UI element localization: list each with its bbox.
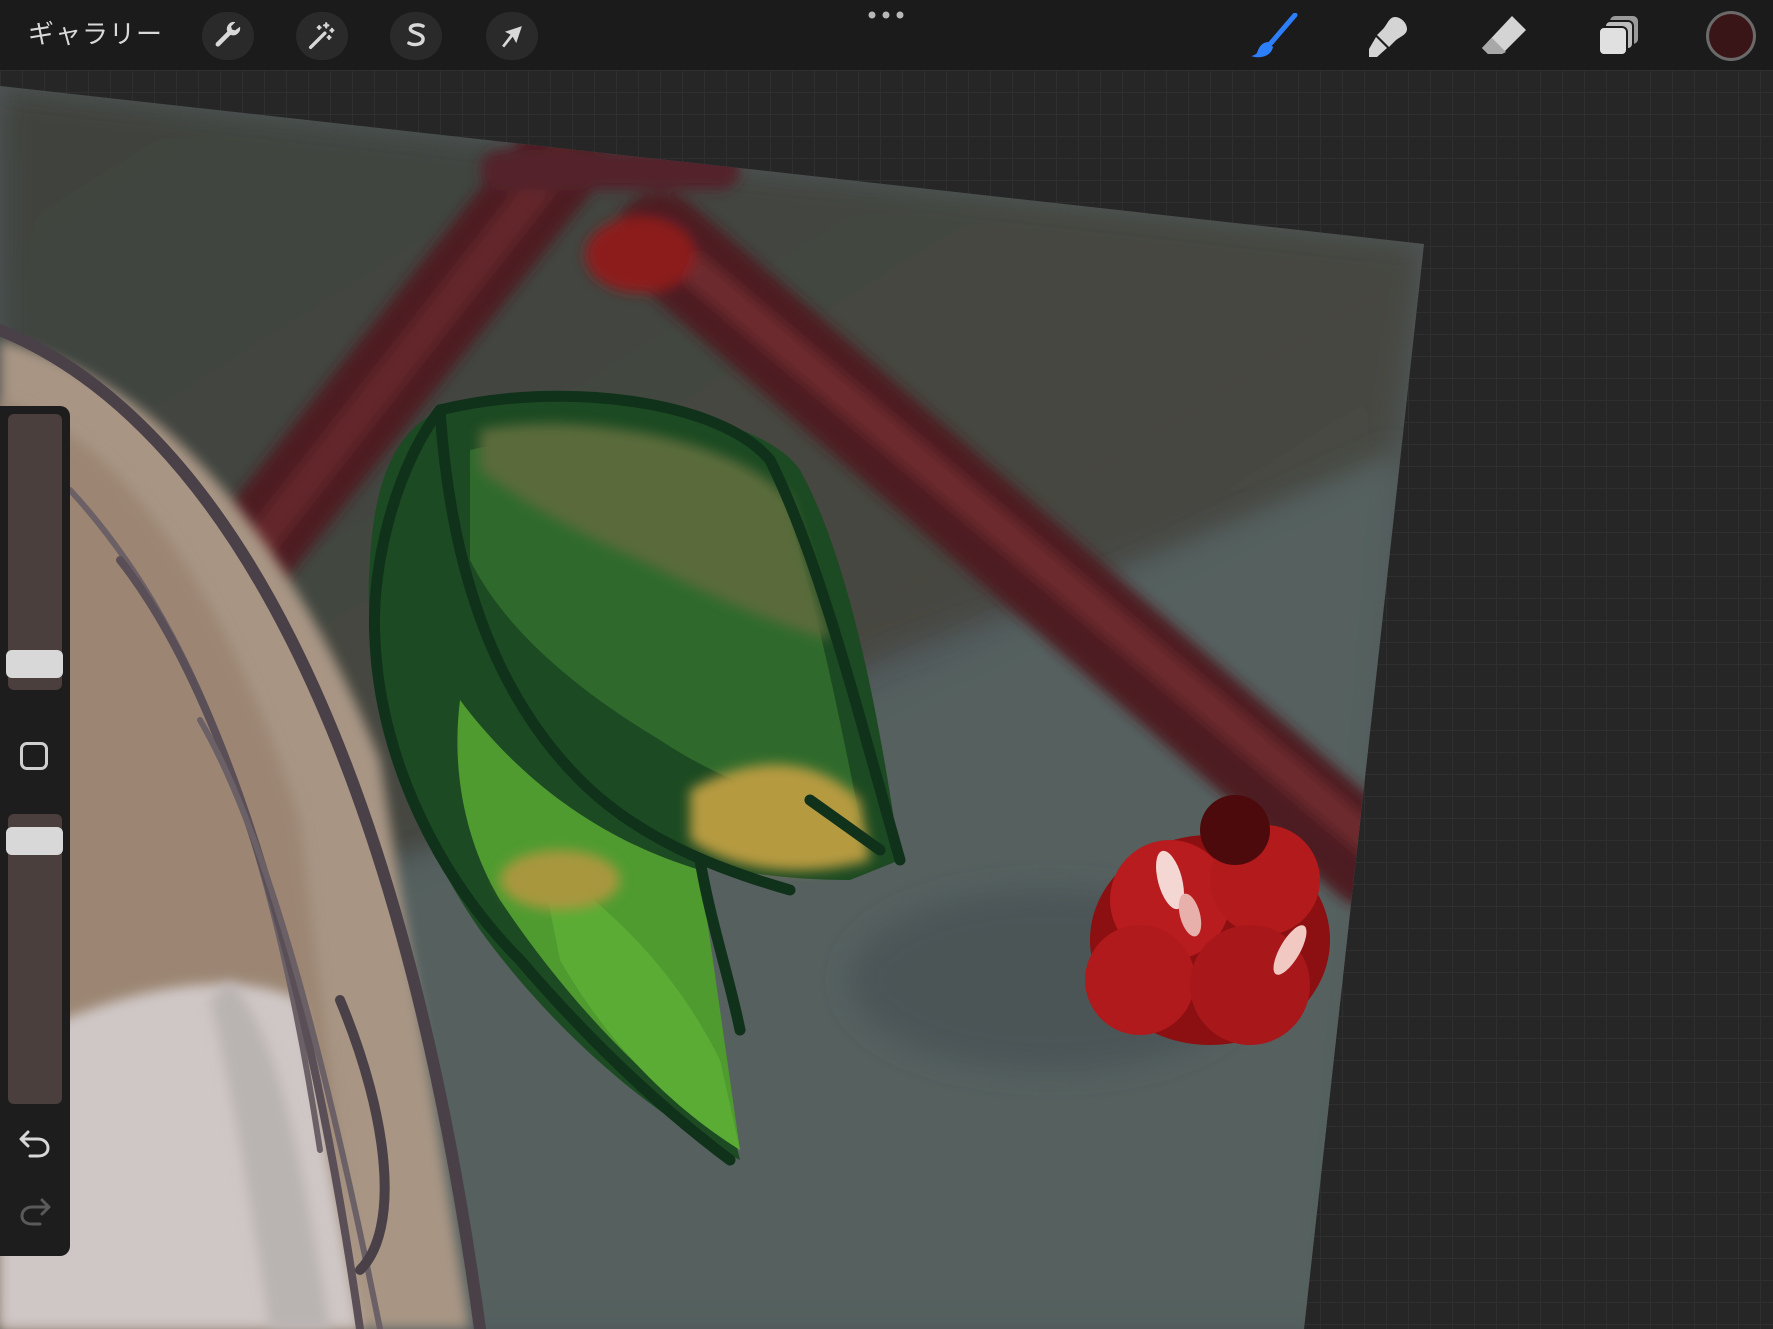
eraser-icon [1482, 16, 1526, 54]
color-picker-button[interactable] [1706, 11, 1756, 61]
brush-size-slider-thumb[interactable] [6, 650, 63, 678]
opacity-slider-thumb[interactable] [6, 827, 63, 855]
smudge-icon [1369, 17, 1407, 57]
ellipsis-icon[interactable] [866, 8, 906, 22]
erase-tool-button[interactable] [1476, 12, 1532, 60]
brush-size-slider[interactable] [6, 414, 63, 690]
redo-icon[interactable] [18, 1196, 52, 1226]
selection-button[interactable] [390, 12, 442, 60]
left-sidebar [0, 406, 70, 1256]
adjustments-button[interactable] [296, 12, 348, 60]
layers-button[interactable] [1590, 12, 1646, 60]
wrench-icon [215, 21, 241, 47]
actions-button[interactable] [202, 12, 254, 60]
transform-button[interactable] [486, 12, 538, 60]
opacity-slider[interactable] [6, 814, 63, 1104]
artwork-canvas[interactable] [0, 0, 1773, 1329]
magic-wand-icon [308, 22, 335, 50]
square-icon[interactable] [20, 742, 48, 770]
undo-icon[interactable] [18, 1128, 52, 1158]
gallery-button[interactable]: ギャラリー [28, 16, 163, 54]
top-toolbar: ギャラリー [0, 0, 1773, 70]
smudge-tool-button[interactable] [1360, 12, 1416, 60]
layers-icon [1598, 16, 1638, 56]
selection-s-icon [407, 23, 425, 47]
paint-tool-button[interactable] [1246, 12, 1302, 60]
brush-icon [1251, 13, 1298, 58]
arrow-cursor-icon [502, 26, 522, 48]
